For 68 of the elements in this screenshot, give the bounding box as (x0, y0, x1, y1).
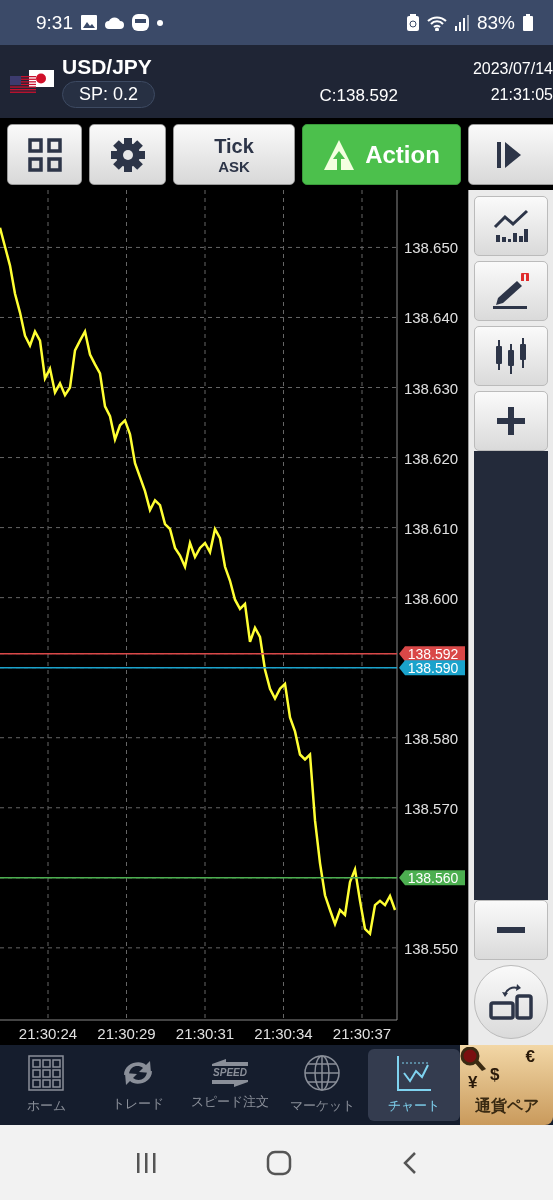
price-axis-label: 138.650 (403, 239, 459, 257)
home-icon[interactable] (266, 1149, 293, 1176)
layout-button[interactable] (7, 124, 82, 185)
price-axis-label: 138.580 (403, 729, 459, 747)
price-axis-label: 138.600 (403, 589, 459, 607)
cloud-icon (105, 16, 124, 29)
minus-icon (497, 927, 525, 933)
back-icon[interactable] (402, 1150, 419, 1175)
flags-icon (10, 69, 54, 94)
time-axis-label: 21:30:37 (332, 1025, 392, 1042)
play-icon (497, 141, 521, 168)
grid-icon (28, 1055, 64, 1091)
rotate-device-icon (489, 984, 533, 1020)
dollar-symbol: $ (490, 1065, 500, 1085)
time: 21:31:05 (490, 85, 553, 104)
signal-icon (454, 14, 469, 31)
ad-icon (132, 14, 149, 31)
price-axis-label: 138.630 (403, 379, 459, 397)
price-axis-label: 138.620 (403, 449, 459, 467)
dot-icon (157, 19, 163, 26)
magnifier-icon (460, 1047, 486, 1071)
date: 2023/07/14 (472, 59, 553, 78)
battery-level: 83% (476, 11, 515, 34)
nav-tab[interactable]: トレード (92, 1045, 184, 1125)
price-tag-label: 138.590 (407, 659, 459, 676)
candlestick-icon (493, 338, 529, 374)
play-button[interactable] (468, 124, 553, 185)
time-axis-label: 21:30:29 (97, 1025, 156, 1042)
plus-icon (497, 407, 525, 435)
chart-icon (396, 1055, 432, 1091)
zoom-in-button[interactable] (474, 391, 548, 451)
drawing-tool-button[interactable] (474, 261, 548, 321)
time-axis-label: 21:30:34 (254, 1025, 313, 1042)
nav-tab[interactable]: マーケット (276, 1045, 368, 1125)
nav-tab[interactable]: チャート (368, 1049, 460, 1121)
price-tag-label: 138.592 (407, 645, 459, 662)
grid-icon (27, 137, 62, 172)
price-tag-label: 138.560 (407, 869, 459, 886)
arrow-up-icon (323, 138, 356, 171)
price-axis-label: 138.610 (403, 519, 459, 537)
image-icon (81, 15, 97, 30)
price-axis-label: 138.640 (403, 309, 459, 327)
nav-tab[interactable]: SPEED スピード注文 (184, 1045, 276, 1125)
time-axis-label: 21:30:31 (175, 1025, 235, 1042)
battery-icon (523, 14, 533, 31)
globe-icon (304, 1055, 340, 1091)
settings-button[interactable] (89, 124, 166, 185)
close-price: C:138.592 (319, 86, 398, 106)
currency-pair-tab[interactable]: € ¥ $ 通貨ペア (460, 1045, 553, 1125)
nav-tab[interactable]: ホーム (0, 1045, 92, 1125)
battery-saver-icon (406, 14, 419, 31)
settings-icon (110, 137, 145, 172)
currency-pair: USD/JPY (62, 55, 152, 79)
indicator-chart-icon (493, 209, 529, 243)
recent-apps-icon[interactable] (134, 1151, 157, 1174)
price-axis-label: 138.550 (403, 939, 459, 957)
clock: 9:31 (36, 11, 73, 34)
candlestick-button[interactable] (474, 326, 548, 386)
zoom-out-button[interactable] (474, 900, 548, 960)
spread-badge: SP: 0.2 (62, 81, 156, 108)
price-axis-label: 138.570 (403, 799, 459, 817)
pencil-magnet-icon (491, 273, 531, 309)
time-axis-label: 21:30:24 (18, 1025, 78, 1042)
wifi-icon (426, 14, 447, 31)
indicator-button[interactable] (474, 196, 548, 256)
euro-symbol: € (525, 1047, 535, 1067)
tick-mode-button[interactable]: Tick ASK (173, 124, 295, 185)
yen-symbol: ¥ (468, 1073, 478, 1093)
